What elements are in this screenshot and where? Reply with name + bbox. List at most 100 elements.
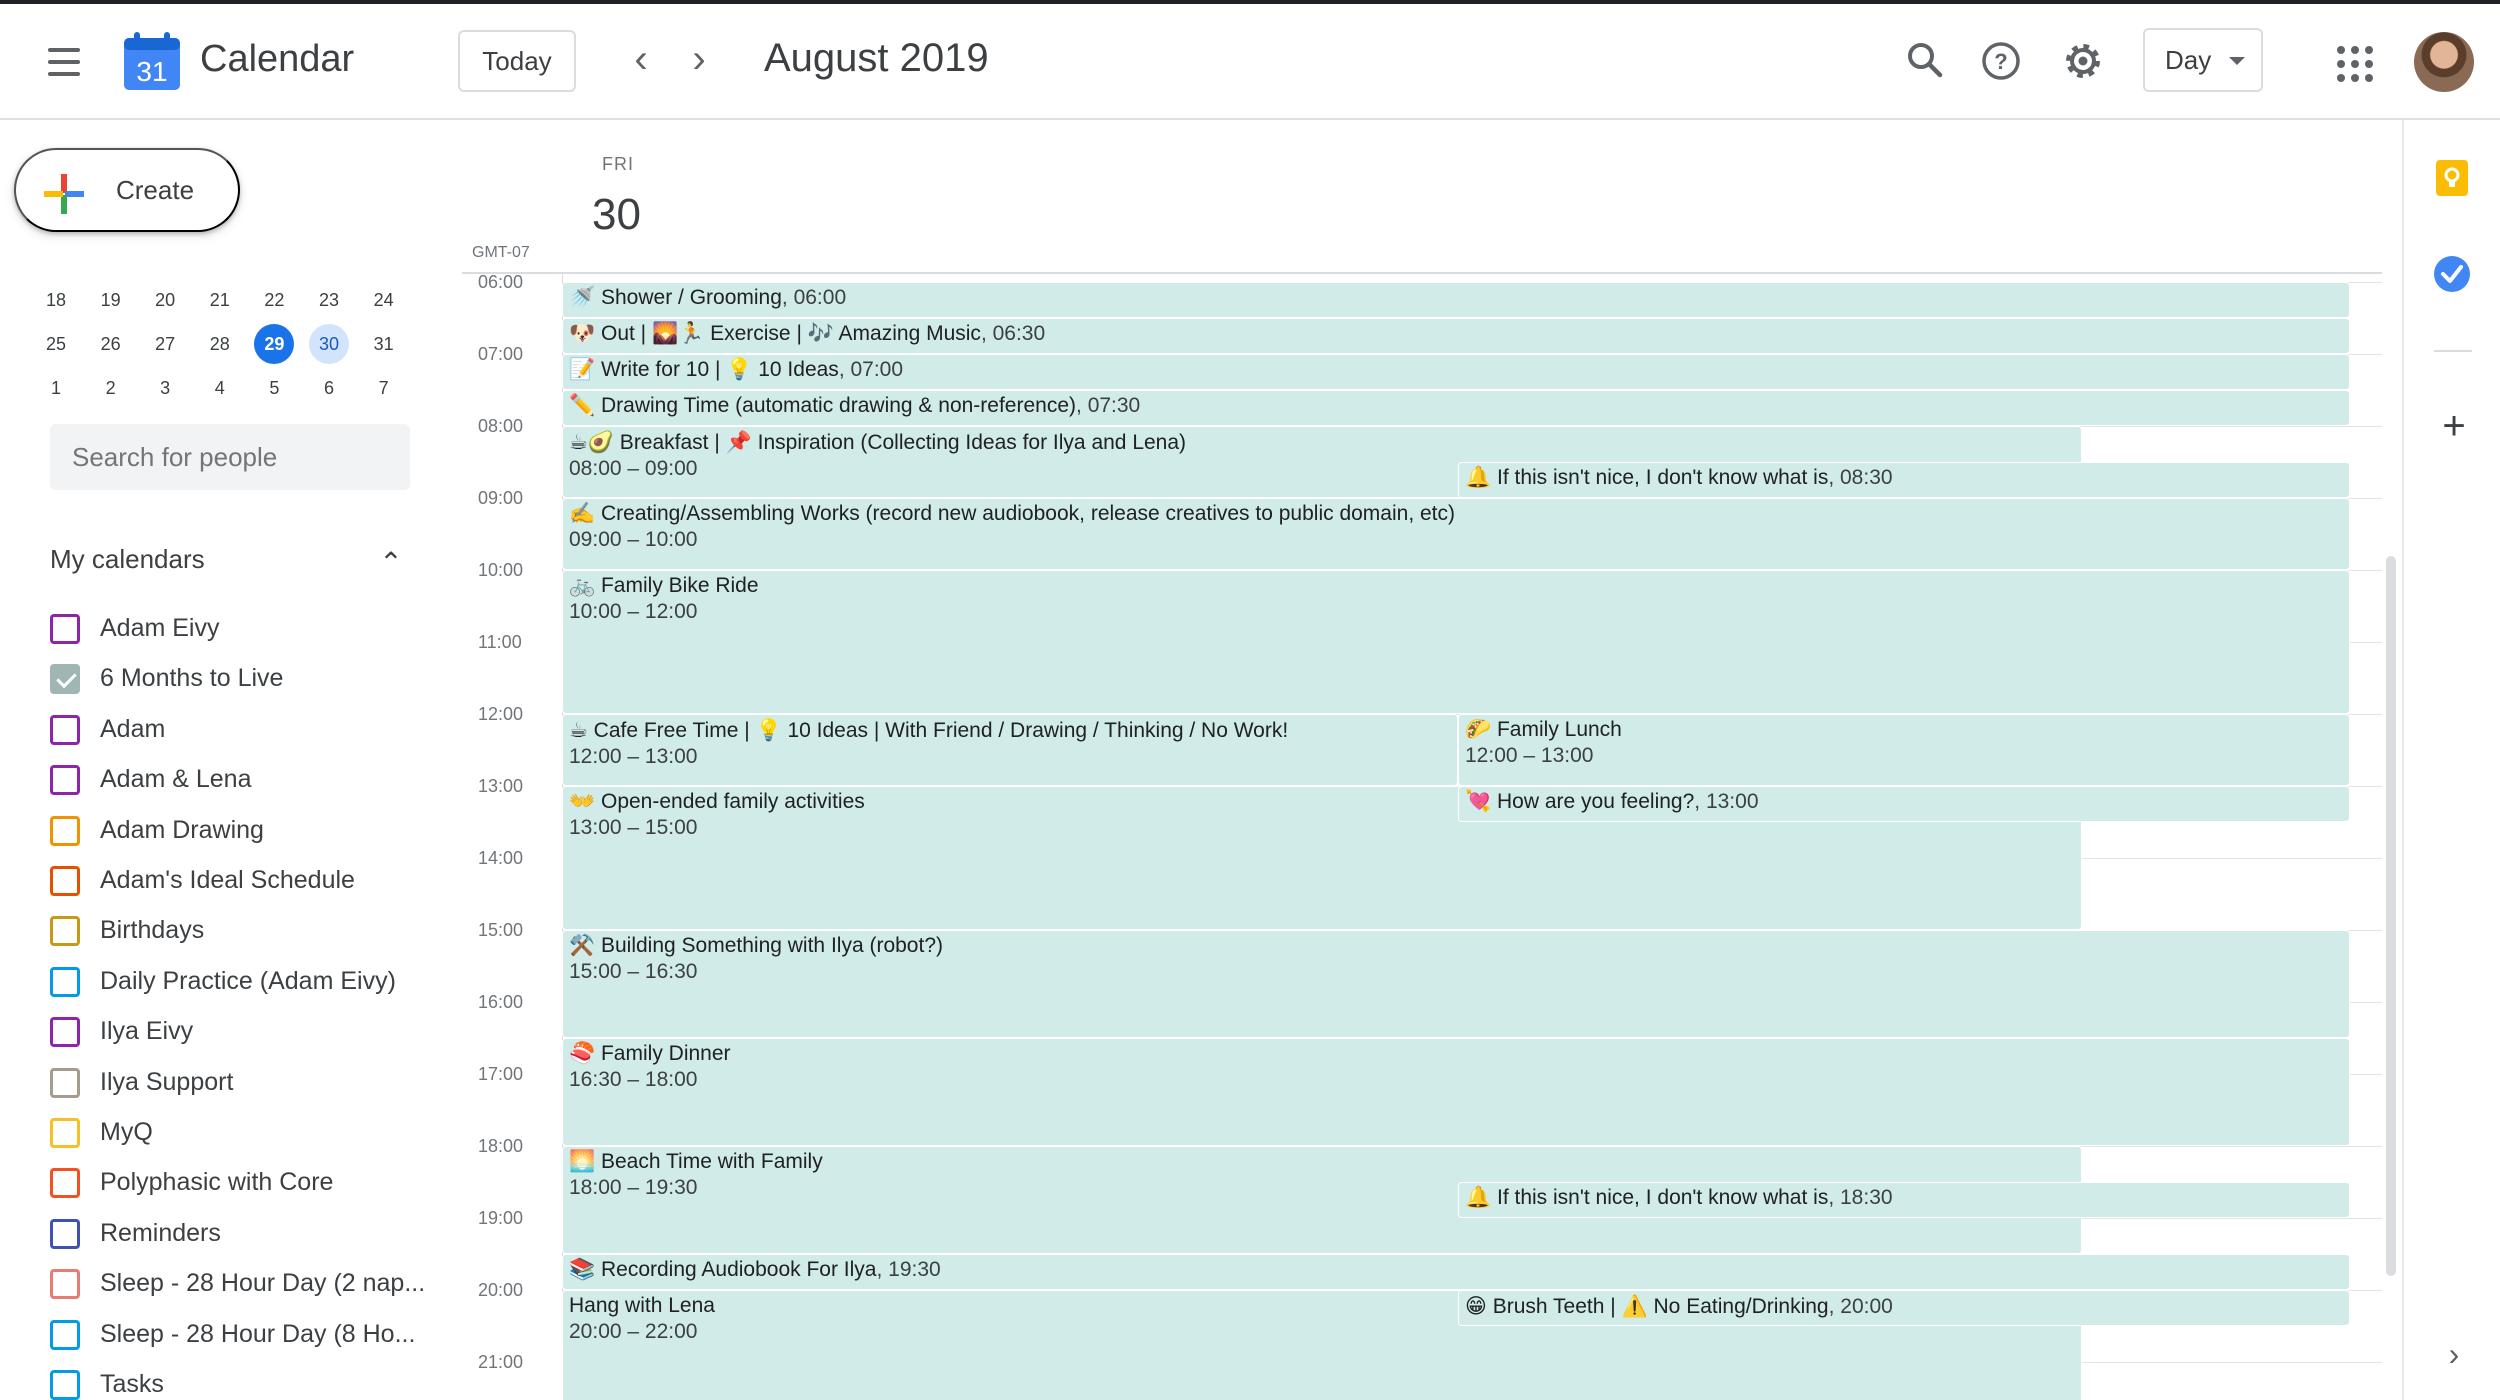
calendar-checkbox[interactable] <box>50 765 80 796</box>
account-avatar[interactable] <box>2414 32 2474 92</box>
calendar-checkbox[interactable] <box>50 1168 80 1199</box>
collapse-chevron-icon[interactable]: ⌃ <box>374 548 408 582</box>
calendar-checkbox[interactable] <box>50 664 80 695</box>
grid-scrollbar[interactable] <box>2386 556 2396 1276</box>
calendar-logo-icon: 31 <box>122 32 182 92</box>
calendar-event[interactable]: ✏️ Drawing Time (automatic drawing & non… <box>562 389 2350 426</box>
mini-calendar-day[interactable]: 21 <box>200 280 240 320</box>
main-menu-icon[interactable] <box>40 38 90 88</box>
apps-grid-icon[interactable] <box>2337 46 2373 82</box>
mini-calendar-day[interactable]: 25 <box>36 324 76 364</box>
calendar-item[interactable]: Ilya Eivy <box>50 1011 430 1055</box>
calendar-event[interactable]: 📝 Write for 10 | 💡 10 Ideas, 07:00 <box>562 353 2350 390</box>
mini-calendar-day[interactable]: 24 <box>364 280 404 320</box>
calendar-checkbox[interactable] <box>50 1067 80 1098</box>
mini-calendar-day[interactable]: 1 <box>36 368 76 408</box>
create-button[interactable]: Create <box>14 148 240 232</box>
calendar-checkbox[interactable] <box>50 614 80 644</box>
hour-label: 06:00 <box>478 272 524 292</box>
calendar-item[interactable]: Adam <box>50 709 430 753</box>
calendar-checkbox[interactable] <box>50 916 80 947</box>
hour-label: 07:00 <box>478 343 524 364</box>
mini-calendar-day[interactable]: 4 <box>200 368 240 408</box>
calendar-item[interactable]: Sleep - 28 Hour Day (8 Ho... <box>50 1314 430 1358</box>
calendar-checkbox[interactable] <box>50 1370 80 1400</box>
mini-calendar-day[interactable]: 26 <box>91 324 131 364</box>
event-title: 📚 Recording Audiobook For Ilya <box>569 1257 877 1281</box>
calendar-event[interactable]: ☕ Cafe Free Time | 💡 10 Ideas | With Fri… <box>562 713 1458 786</box>
event-title: 🌅 Beach Time with Family <box>569 1149 823 1173</box>
calendar-item[interactable]: Adam Eivy <box>50 608 430 652</box>
calendar-checkbox[interactable] <box>50 1319 80 1350</box>
calendar-item[interactable]: 6 Months to Live <box>50 658 430 702</box>
mini-calendar-day[interactable]: 27 <box>145 324 185 364</box>
expand-chevron-icon[interactable]: › <box>2436 1338 2472 1374</box>
calendar-event[interactable]: 🐶 Out | 🌄🏃 Exercise | 🎶 Amazing Music, 0… <box>562 317 2350 354</box>
calendar-checkbox[interactable] <box>50 966 80 997</box>
calendar-item[interactable]: MyQ <box>50 1112 430 1156</box>
calendar-event[interactable]: ⚒️ Building Something with Ilya (robot?)… <box>562 929 2350 1038</box>
tasks-icon[interactable] <box>2430 252 2474 296</box>
event-separator: , <box>1694 789 1706 813</box>
calendar-event[interactable]: 🔔 If this isn't nice, I don't know what … <box>1458 1181 2350 1218</box>
settings-icon[interactable] <box>2058 36 2108 86</box>
mini-calendar-day[interactable]: 29 <box>254 324 295 364</box>
hour-label: 10:00 <box>478 559 524 580</box>
calendar-event[interactable]: ✍️ Creating/Assembling Works (record new… <box>562 497 2350 570</box>
calendar-event[interactable]: 🌮 Family Lunch 12:00 – 13:00 <box>1458 713 2350 786</box>
mini-calendar-day[interactable]: 2 <box>91 368 131 408</box>
calendar-event[interactable]: 😁 Brush Teeth | ⚠️ No Eating/Drinking, 2… <box>1458 1289 2350 1326</box>
calendar-checkbox[interactable] <box>50 815 80 846</box>
calendar-checkbox[interactable] <box>50 1218 80 1249</box>
calendar-item[interactable]: Birthdays <box>50 910 430 954</box>
mini-calendar-day[interactable]: 7 <box>364 368 404 408</box>
view-selector-dropdown[interactable]: Day <box>2143 28 2263 92</box>
calendar-item[interactable]: Reminders <box>50 1213 430 1257</box>
calendar-name: Adam Drawing <box>100 815 264 844</box>
today-button[interactable]: Today <box>458 30 576 92</box>
help-icon[interactable]: ? <box>1976 36 2026 86</box>
calendar-item[interactable]: Adam Drawing <box>50 810 430 854</box>
calendar-checkbox[interactable] <box>50 714 80 745</box>
calendar-item[interactable]: Ilya Support <box>50 1062 430 1106</box>
calendar-event[interactable]: 🚿 Shower / Grooming, 06:00 <box>562 281 2350 318</box>
calendar-checkbox[interactable] <box>50 866 80 896</box>
calendar-item[interactable]: Adam's Ideal Schedule <box>50 860 430 904</box>
search-icon[interactable] <box>1900 36 1950 86</box>
keep-icon[interactable] <box>2430 156 2474 200</box>
day-number[interactable]: 30 <box>592 190 641 240</box>
chevron-right-icon[interactable]: › <box>674 36 724 86</box>
calendar-checkbox[interactable] <box>50 1118 80 1148</box>
day-of-week-label: FRI <box>602 154 634 174</box>
mini-calendar-day[interactable]: 18 <box>36 280 76 320</box>
mini-calendar-day[interactable]: 20 <box>145 280 185 320</box>
current-month-title: August 2019 <box>764 36 989 80</box>
mini-calendar-day[interactable]: 31 <box>364 324 404 364</box>
search-people-input[interactable] <box>50 424 410 490</box>
calendar-item[interactable]: Sleep - 28 Hour Day (2 nap... <box>50 1263 430 1307</box>
mini-calendar-day[interactable]: 30 <box>309 324 349 364</box>
my-calendars-heading[interactable]: My calendars <box>50 544 205 575</box>
mini-calendar-day[interactable]: 5 <box>254 368 294 408</box>
calendar-event[interactable]: 🍣 Family Dinner 16:30 – 18:00 <box>562 1037 2350 1146</box>
calendar-event[interactable]: 📚 Recording Audiobook For Ilya, 19:30 <box>562 1253 2350 1290</box>
calendar-item[interactable]: Daily Practice (Adam Eivy) <box>50 961 430 1005</box>
mini-calendar-day[interactable]: 23 <box>309 280 349 320</box>
mini-calendar-day[interactable]: 3 <box>145 368 185 408</box>
mini-calendar-day[interactable]: 28 <box>200 324 240 364</box>
mini-calendar-day[interactable]: 22 <box>254 280 294 320</box>
calendar-event[interactable]: 🚲 Family Bike Ride 10:00 – 12:00 <box>562 569 2350 714</box>
calendar-event[interactable]: 🔔 If this isn't nice, I don't know what … <box>1458 461 2350 498</box>
mini-calendar-day[interactable]: 6 <box>309 368 349 408</box>
mini-calendar-day[interactable]: 19 <box>91 280 131 320</box>
calendar-item[interactable]: Polyphasic with Core <box>50 1162 430 1206</box>
add-icon[interactable]: + <box>2434 406 2474 448</box>
calendar-checkbox[interactable] <box>50 1017 80 1048</box>
calendar-item[interactable]: Tasks <box>50 1364 430 1400</box>
calendar-checkbox[interactable] <box>50 1269 80 1300</box>
create-label: Create <box>116 175 195 205</box>
chevron-left-icon[interactable]: ‹ <box>616 36 666 86</box>
calendar-event[interactable]: 💘 How are you feeling?, 13:00 <box>1458 785 2350 822</box>
calendar-item[interactable]: Adam & Lena <box>50 759 430 803</box>
event-time: 07:30 <box>1087 393 1141 417</box>
